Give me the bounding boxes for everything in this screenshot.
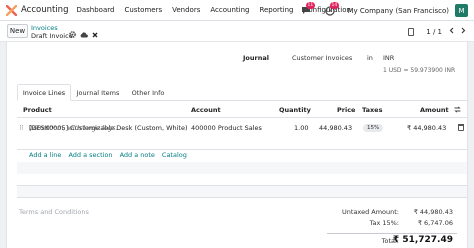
col-amount[interactable]: Amount [420, 106, 449, 114]
add-section-link[interactable]: Add a section [68, 151, 112, 159]
total-value: ₹ 51,727.49 [392, 235, 453, 245]
terms-conditions-field[interactable]: Terms and Conditions [19, 208, 89, 216]
chevron-left-icon[interactable] [449, 27, 454, 36]
app-brand[interactable]: Accounting [5, 4, 76, 16]
trash-icon[interactable] [458, 124, 464, 131]
menu-accounting[interactable]: Accounting [210, 6, 249, 14]
line-description[interactable]: 160x80cm, with large legs. [29, 124, 117, 132]
exchange-rate: 1 USD = 59.973900 INR [383, 67, 456, 74]
pager: 1 / 1 [426, 27, 466, 36]
document-icon[interactable] [408, 28, 414, 36]
menu-vendors[interactable]: Vendors [172, 6, 200, 14]
table-row[interactable]: ⠿ [DESK0005] Customizable Desk (Custom, … [17, 120, 467, 150]
discard-icon[interactable] [92, 32, 98, 40]
record-actions [69, 31, 98, 40]
user-avatar[interactable]: M [455, 4, 468, 17]
currency-in-label: in [367, 54, 373, 62]
optional-columns-icon[interactable] [454, 106, 461, 115]
drag-handle-icon[interactable]: ⠿ [19, 124, 24, 132]
top-navbar: Accounting Dashboard Customers Vendors A… [0, 0, 474, 21]
col-price[interactable]: Price [337, 106, 355, 114]
menu-reporting[interactable]: Reporting [259, 6, 293, 14]
journal-field[interactable]: Customer Invoices [292, 54, 352, 62]
line-quantity[interactable]: 1.00 [294, 124, 308, 132]
lines-table-header: Product Account Quantity Price Taxes Amo… [17, 102, 467, 118]
menu-customers[interactable]: Customers [124, 6, 162, 14]
breadcrumb-current: Draft Invoice [31, 32, 73, 40]
add-line-links: Add a line Add a section Add a note Cata… [29, 151, 187, 159]
currency-field[interactable]: INR [383, 54, 394, 62]
tax-value: ₹ 6,747.06 [417, 219, 453, 227]
col-quantity[interactable]: Quantity [279, 106, 311, 114]
line-account[interactable]: 400000 Product Sales [191, 124, 262, 132]
empty-row [17, 186, 467, 198]
catalog-link[interactable]: Catalog [162, 151, 187, 159]
systray: 11 14 My Company (San Francisco) M [300, 0, 468, 21]
journal-label: Journal [243, 54, 269, 62]
tax-label: Tax 15%: [369, 219, 399, 227]
clock-icon[interactable]: 14 [324, 1, 340, 17]
tab-invoice-lines[interactable]: Invoice Lines [17, 84, 71, 101]
tab-journal-items[interactable]: Journal Items [73, 84, 123, 101]
col-taxes[interactable]: Taxes [362, 106, 382, 114]
chat-badge: 11 [305, 1, 316, 9]
add-note-link[interactable]: Add a note [120, 151, 155, 159]
activity-badge: 14 [329, 1, 340, 9]
gear-icon[interactable] [69, 31, 76, 40]
col-product[interactable]: Product [23, 106, 52, 114]
tab-other-info[interactable]: Other Info [127, 84, 169, 101]
tax-row: Tax 15%: ₹ 6,747.06 [327, 219, 457, 230]
app-title[interactable]: Accounting [21, 5, 68, 15]
cloud-upload-icon[interactable] [80, 31, 88, 40]
notebook-tabs: Invoice Lines Journal Items Other Info [17, 84, 467, 101]
chevron-right-icon[interactable] [461, 27, 466, 36]
company-switcher[interactable]: My Company (San Francisco) [348, 7, 449, 15]
untaxed-label: Untaxed Amount: [342, 208, 399, 216]
line-price[interactable]: 44,980.43 [319, 124, 352, 132]
untaxed-row: Untaxed Amount: ₹ 44,980.43 [327, 208, 457, 219]
pager-value[interactable]: 1 / 1 [426, 28, 442, 36]
breadcrumb-invoices[interactable]: Invoices [31, 24, 58, 32]
empty-row [17, 174, 467, 186]
total-row: Total: ₹ 51,727.49 [327, 233, 457, 247]
line-tax-badge[interactable]: 15% [363, 124, 384, 132]
menu-dashboard[interactable]: Dashboard [76, 6, 114, 14]
line-amount: ₹ 44,980.43 [407, 124, 447, 132]
chat-icon[interactable]: 11 [300, 1, 316, 17]
untaxed-value: ₹ 44,980.43 [413, 208, 453, 216]
control-panel: New Invoices Draft Invoice 1 / 1 [0, 21, 474, 42]
col-account[interactable]: Account [191, 106, 221, 114]
new-button[interactable]: New [7, 24, 28, 38]
tax-totals: Untaxed Amount: ₹ 44,980.43 Tax 15%: ₹ 6… [327, 208, 457, 247]
accounting-app-icon [5, 4, 18, 16]
empty-row [17, 162, 467, 174]
invoice-form-sheet: Journal Customer Invoices in INR 1 USD =… [6, 42, 468, 248]
add-line-link[interactable]: Add a line [29, 151, 61, 159]
